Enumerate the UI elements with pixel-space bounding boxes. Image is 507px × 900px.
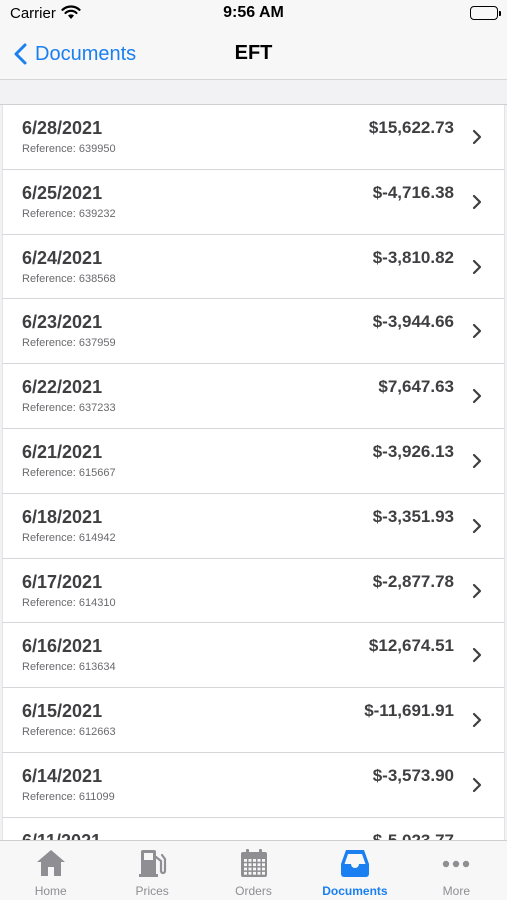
eft-amount: $-11,691.91 [364,701,454,721]
eft-row[interactable]: 6/11/2021 $-5,023.77 [2,817,505,840]
inbox-tray-icon [339,847,371,884]
eft-date: 6/16/2021 [22,636,103,657]
eft-row[interactable]: 6/23/2021 Reference: 637959 $-3,944.66 [2,299,505,365]
back-button[interactable]: Documents [14,38,136,70]
fuel-pump-icon [136,847,168,884]
eft-date: 6/28/2021 [22,118,103,138]
eft-amount: $-3,926.13 [372,441,454,461]
eft-reference: Reference: 611099 [22,790,115,803]
eft-reference: Reference: 615667 [22,466,116,479]
eft-row[interactable]: 6/24/2021 Reference: 638568 $-3,810.82 [2,234,505,300]
eft-row[interactable]: 6/21/2021 Reference: 615667 $-3,926.13 [2,428,505,494]
tab-orders[interactable]: Orders [203,841,304,900]
eft-amount: $-3,351.93 [372,506,454,526]
chevron-right-icon [472,583,482,598]
eft-reference: Reference: 612663 [22,726,116,739]
tab-documents[interactable]: Documents [304,841,405,900]
status-time: 9:56 AM [223,4,284,21]
eft-reference: Reference: 613634 [22,661,116,674]
chevron-right-icon [472,194,482,209]
home-icon [35,847,67,884]
eft-amount: $-4,716.38 [372,182,454,202]
eft-reference: Reference: 614310 [22,596,116,609]
tab-bar: Home Prices Orders Documents More [0,840,507,900]
tab-prices[interactable]: Prices [101,841,202,900]
eft-row[interactable]: 6/15/2021 Reference: 612663 $-11,691.91 [2,688,505,753]
navigation-bar: Documents EFT [0,30,507,80]
chevron-right-icon [472,518,482,533]
eft-reference: Reference: 637233 [22,402,116,415]
chevron-right-icon [472,777,482,793]
tab-label: Documents [322,884,388,898]
eft-date: 6/25/2021 [22,182,103,203]
eft-amount: $-3,944.66 [372,312,454,332]
tab-label: Prices [135,884,169,898]
chevron-right-icon [472,129,482,145]
eft-row[interactable]: 6/16/2021 Reference: 613634 $12,674.51 [2,623,505,689]
tab-more[interactable]: More [406,841,507,900]
eft-reference: Reference: 638568 [22,272,116,285]
tab-label: Orders [235,884,272,898]
eft-list[interactable]: 6/28/2021 Reference: 639950 $15,622.73 6/25… [0,104,507,840]
chevron-right-icon [472,324,482,339]
eft-date: 6/21/2021 [22,441,103,462]
eft-row[interactable]: 6/22/2021 Reference: 637233 $7,647.63 [2,364,505,429]
eft-row[interactable]: 6/14/2021 Reference: 611099 $-3,573.90 [2,752,505,818]
eft-row[interactable]: 6/17/2021 Reference: 614310 $-2,877.78 [2,558,505,624]
eft-amount: $15,622.73 [368,118,454,137]
eft-amount: $-2,877.78 [372,571,454,591]
eft-reference: Reference: 639232 [22,207,116,220]
eft-date: 6/22/2021 [22,377,103,398]
screen: Carrier 9:56 AM Documents EFT 6/28/2021 R… [0,0,507,900]
eft-date: 6/23/2021 [22,312,103,333]
eft-date: 6/24/2021 [22,247,103,268]
chevron-right-icon [472,259,482,274]
eft-amount: $-3,573.90 [372,765,454,785]
eft-date: 6/17/2021 [22,571,103,592]
eft-amount: $-5,023.77 [373,831,454,840]
chevron-right-icon [472,713,482,728]
chevron-left-icon [14,43,27,65]
calendar-icon [238,847,270,884]
chevron-right-icon [472,648,482,663]
eft-reference: Reference: 614942 [22,531,116,544]
status-bar: Carrier 9:56 AM [0,0,507,30]
eft-row[interactable]: 6/28/2021 Reference: 639950 $15,622.73 [2,105,505,170]
eft-amount: $-3,810.82 [372,247,454,267]
eft-amount: $12,674.51 [368,636,454,656]
eft-date: 6/11/2021 [22,831,101,840]
tab-label: More [442,884,470,898]
battery-icon [470,6,501,20]
eft-date: 6/18/2021 [22,506,103,527]
chevron-right-icon [472,453,482,469]
chevron-right-icon [472,389,482,404]
eft-row[interactable]: 6/25/2021 Reference: 639232 $-4,716.38 [2,169,505,235]
eft-row[interactable]: 6/18/2021 Reference: 614942 $-3,351.93 [2,493,505,559]
eft-date: 6/15/2021 [22,701,103,722]
eft-reference: Reference: 639950 [22,143,116,155]
tab-home[interactable]: Home [0,841,101,900]
more-dots-icon [440,847,472,884]
eft-date: 6/14/2021 [22,765,103,786]
eft-reference: Reference: 637959 [22,337,116,350]
eft-amount: $7,647.63 [378,377,454,397]
back-button-label: Documents [35,42,137,65]
tab-label: Home [34,884,67,898]
